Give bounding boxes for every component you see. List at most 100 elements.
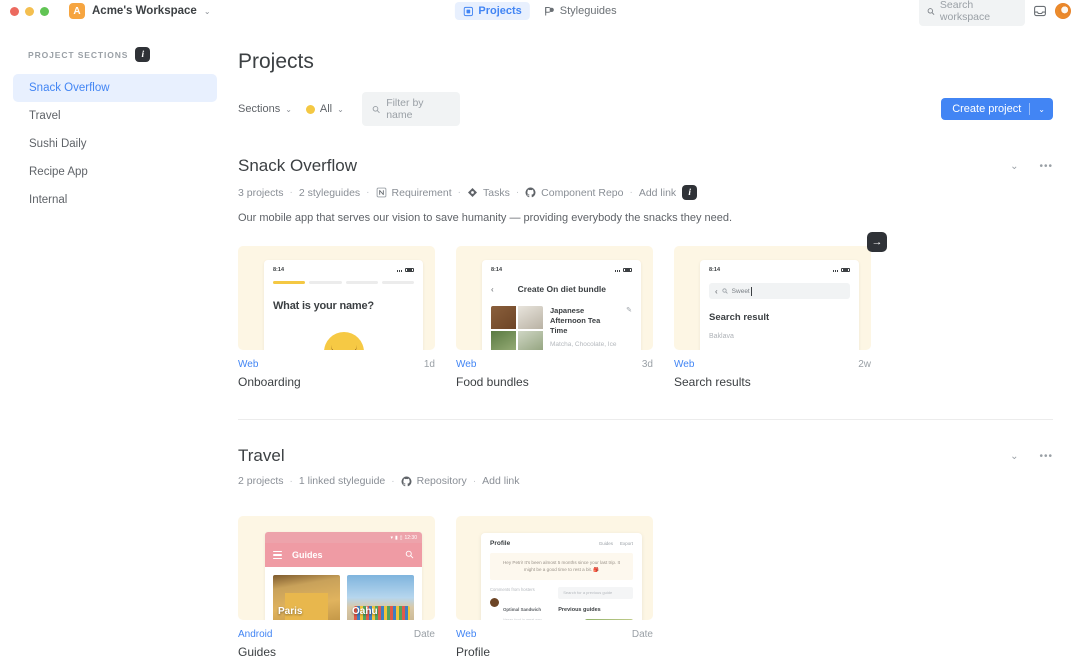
meta-projects-count: 3 projects	[238, 186, 284, 199]
mock-status-icons	[833, 267, 850, 273]
mock-banner: Hey Petri! It's been almost 5 months sin…	[490, 553, 633, 580]
card-platform[interactable]: Android	[238, 629, 272, 640]
battery-icon: ▯	[399, 534, 403, 541]
phone-mock-search: 8:14 ‹ Sweet Search result Baklava	[700, 260, 859, 350]
sidebar-item-internal[interactable]: Internal	[13, 186, 217, 214]
section-travel: Travel 2 projects · 1 linked styleguide …	[238, 446, 1053, 659]
sidebar-item-sushi-daily[interactable]: Sushi Daily	[13, 130, 217, 158]
sidebar-item-recipe-app[interactable]: Recipe App	[13, 158, 217, 186]
mock-nav-bar: ‹ Create On diet bundle	[491, 284, 632, 294]
mock-review-text: Vegan food in great way. Nothing is bett…	[503, 617, 543, 620]
search-workspace-input[interactable]: Search workspace	[919, 0, 1025, 26]
sidebar-item-label: Snack Overflow	[29, 82, 110, 94]
mock-app-bar: Guides	[265, 543, 422, 567]
card-platform[interactable]: Web	[674, 359, 694, 370]
hamburger-icon[interactable]	[273, 549, 282, 561]
create-project-button[interactable]: Create project ⌄	[941, 98, 1053, 120]
filter-by-name-input[interactable]: Filter by name	[361, 92, 460, 126]
section-controls: ⌄ •••	[1010, 156, 1053, 172]
guide-tile-label: Oahu	[352, 606, 378, 617]
tab-projects[interactable]: Projects	[454, 2, 530, 20]
card-name: Search results	[674, 375, 751, 389]
mock-photo-grid	[491, 306, 543, 350]
section-snack-overflow: Snack Overflow 3 projects · 2 styleguide…	[238, 156, 1053, 389]
card-thumbnail: ▾ ▮ ▯ 12:30 Guides Paris Oahu	[238, 516, 435, 620]
photo-tile	[517, 330, 543, 350]
mock-status-bar: 8:14	[709, 267, 850, 273]
section-title: Travel	[238, 446, 285, 465]
project-cards: ▾ ▮ ▯ 12:30 Guides Paris Oahu Android Da…	[238, 516, 1053, 659]
mock-header: Profile Guides Export	[490, 540, 633, 547]
sidebar-item-travel[interactable]: Travel	[13, 102, 217, 130]
maximize-window-button[interactable]	[40, 6, 49, 16]
mock-result-heading: Search result	[709, 312, 770, 323]
project-card-food-bundles[interactable]: 8:14 ‹ Create On diet bundle Japanese Af…	[456, 246, 653, 389]
collapse-section-icon[interactable]: ⌄	[1010, 451, 1019, 462]
meta-link-component-repo[interactable]: Component Repo	[525, 187, 623, 199]
project-card-profile[interactable]: Profile Guides Export Hey Petri! It's be…	[456, 516, 653, 659]
meta-label: Repository	[416, 475, 467, 487]
styleguides-icon	[545, 6, 554, 16]
mock-guide-text: Japanese Tea Garden, San Francisco A bea…	[558, 619, 579, 620]
sidebar-item-label: Internal	[29, 194, 68, 206]
mock-progress-steps	[273, 281, 414, 284]
section-more-menu-icon[interactable]: •••	[1039, 161, 1053, 172]
minimize-window-button[interactable]	[25, 6, 34, 16]
card-platform[interactable]: Web	[238, 359, 258, 370]
battery-icon	[841, 267, 850, 273]
tab-styleguides[interactable]: Styleguides	[536, 2, 625, 20]
meta-link-tasks[interactable]: Tasks	[467, 187, 510, 199]
mock-question: What is your name?	[273, 299, 374, 312]
sidebar-heading: PROJECT SECTIONS	[28, 49, 129, 60]
collapse-section-icon[interactable]: ⌄	[1010, 161, 1019, 172]
meta-link-requirement[interactable]: Requirement	[376, 187, 452, 199]
meta-separator: ·	[472, 475, 477, 487]
project-card-guides[interactable]: ▾ ▮ ▯ 12:30 Guides Paris Oahu Android Da…	[238, 516, 435, 659]
mock-review-item: Optimal Sandwich Vegan food in great way…	[490, 597, 549, 620]
meta-add-link-button[interactable]: Add link	[482, 475, 519, 487]
phone-mock-bundle: 8:14 ‹ Create On diet bundle Japanese Af…	[482, 260, 641, 350]
avatar[interactable]	[1055, 3, 1071, 19]
battery-icon	[405, 267, 414, 273]
sidebar-item-label: Sushi Daily	[29, 138, 87, 150]
card-thumbnail: 8:14 ‹ Create On diet bundle Japanese Af…	[456, 246, 653, 350]
mock-status-bar: 8:14	[491, 267, 632, 273]
mock-search-box: Search for a previous guide	[558, 586, 633, 599]
sections-filter-label: Sections	[238, 103, 281, 115]
card-platform[interactable]: Web	[456, 359, 476, 370]
sidebar-item-snack-overflow[interactable]: Snack Overflow	[13, 74, 217, 102]
meta-separator: ·	[629, 187, 633, 198]
open-project-arrow-button[interactable]: →	[867, 232, 887, 252]
status-filter-button[interactable]: All ⌄	[305, 103, 344, 115]
notion-icon	[376, 187, 386, 198]
section-header: Snack Overflow 3 projects · 2 styleguide…	[238, 156, 1053, 200]
mock-reviews-column: Comments from hosters Optimal Sandwich V…	[490, 587, 549, 620]
meta-styleguides-count: 1 linked styleguide	[298, 475, 386, 487]
mock-item-text: Japanese Afternoon Tea Time Matcha, Choc…	[550, 306, 619, 350]
project-cards: 8:14 What is your name? Web 1d Onboardin…	[238, 232, 1053, 389]
info-tooltip-badge[interactable]: i	[682, 185, 698, 200]
meta-link-repository[interactable]: Repository	[401, 475, 467, 487]
card-age: 2w	[858, 359, 871, 370]
mock-nav-item: Export	[619, 541, 633, 546]
card-platform[interactable]: Web	[456, 629, 476, 640]
mock-item-desc: Matcha, Chocolate, Ice cream. Nothing is…	[550, 341, 617, 349]
meta-add-link-button[interactable]: Add link	[639, 187, 676, 199]
android-mock-guides: ▾ ▮ ▯ 12:30 Guides Paris Oahu	[265, 532, 422, 620]
project-card-onboarding[interactable]: 8:14 What is your name? Web 1d Onboardin…	[238, 246, 435, 389]
info-tooltip-badge[interactable]: i	[135, 47, 151, 62]
chevron-down-icon[interactable]: ⌄	[1030, 105, 1053, 114]
mock-guide-tiles: Paris Oahu	[265, 567, 422, 620]
workspace-switcher[interactable]: A Acme's Workspace ⌄	[69, 3, 211, 19]
inbox-icon[interactable]	[1033, 4, 1047, 18]
section-more-menu-icon[interactable]: •••	[1039, 451, 1053, 462]
close-window-button[interactable]	[10, 6, 19, 16]
mock-emoji	[323, 332, 364, 350]
mock-app-title: Guides	[292, 550, 323, 560]
sections-filter-button[interactable]: Sections ⌄	[238, 103, 292, 115]
mock-guides-heading: Previous guides	[558, 606, 601, 613]
search-icon[interactable]	[405, 550, 414, 561]
diamond-icon	[467, 188, 477, 197]
tab-styleguides-label: Styleguides	[559, 5, 617, 17]
project-card-search-results[interactable]: → 8:14 ‹ Sweet Search result Baklava Web…	[674, 232, 887, 389]
